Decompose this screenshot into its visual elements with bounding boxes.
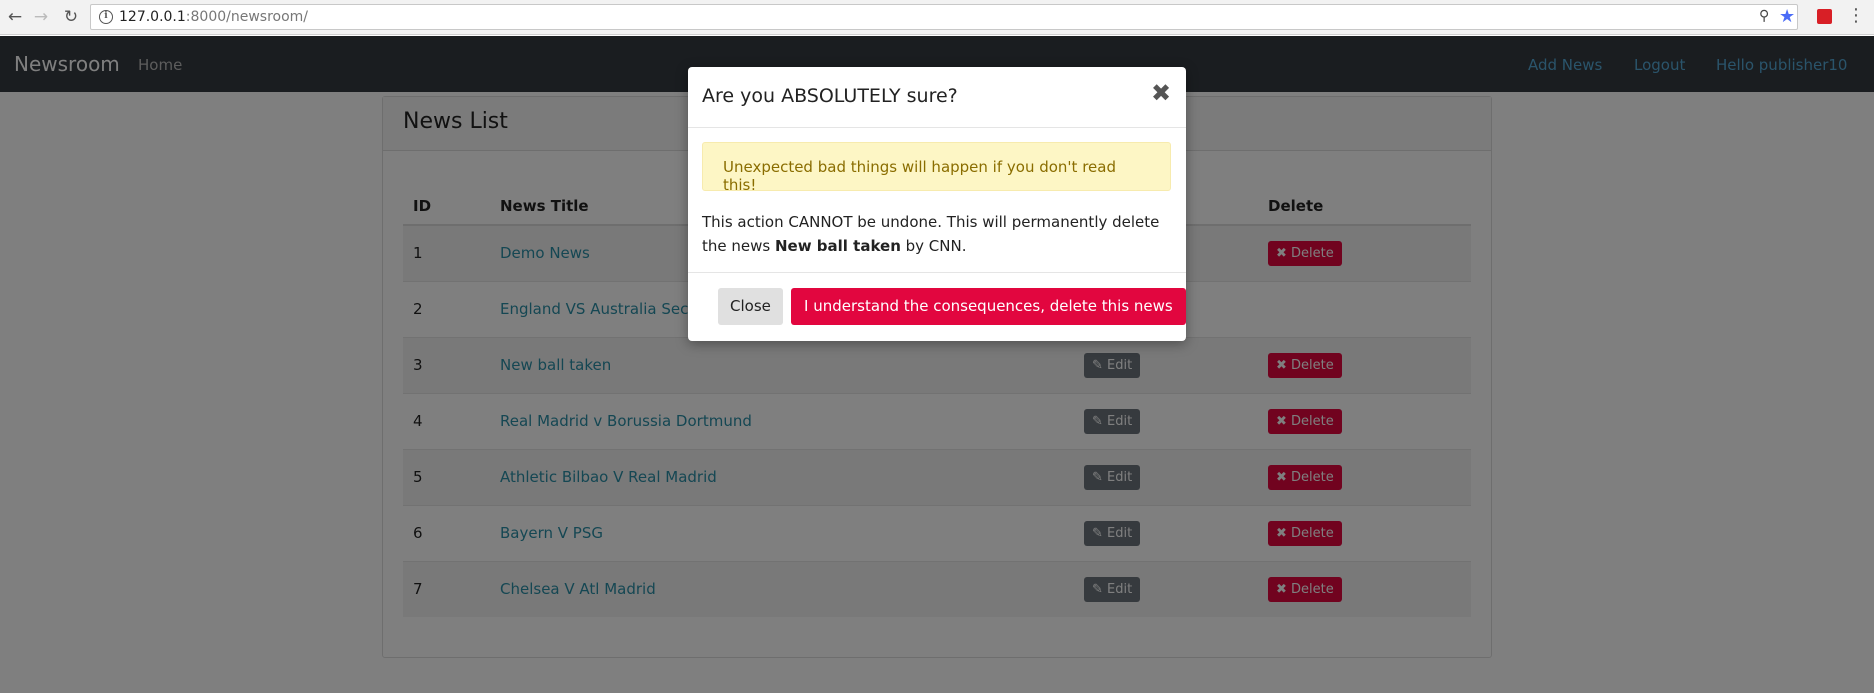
warning-alert: Unexpected bad things will happen if you… xyxy=(702,142,1171,194)
modal-header: Are you ABSOLUTELY sure? ✖ xyxy=(688,67,1186,128)
info-icon[interactable]: i xyxy=(99,10,113,24)
confirm-delete-button[interactable]: I understand the consequences, delete th… xyxy=(791,288,1186,325)
close-x-icon[interactable]: ✖ xyxy=(1151,79,1171,107)
key-icon[interactable]: ⚲ xyxy=(1759,8,1769,24)
extension-icon[interactable] xyxy=(1817,9,1832,24)
forward-arrow-icon[interactable]: → xyxy=(30,6,52,28)
url-host: 127.0.0.1 xyxy=(119,9,186,25)
url-text: 127.0.0.1:8000/newsroom/ xyxy=(119,9,308,25)
confirm-delete-modal: Are you ABSOLUTELY sure? ✖ Unexpected ba… xyxy=(688,67,1186,341)
body-text-after: by CNN. xyxy=(900,237,967,255)
close-button[interactable]: Close xyxy=(718,288,783,325)
menu-dots-icon[interactable]: ⋮ xyxy=(1847,5,1865,27)
star-icon[interactable]: ★ xyxy=(1779,6,1795,27)
url-path: :8000/newsroom/ xyxy=(185,9,309,25)
address-bar[interactable]: i 127.0.0.1:8000/newsroom/ ⚲ ★ xyxy=(90,4,1798,30)
modal-title: Are you ABSOLUTELY sure? xyxy=(702,85,958,107)
back-arrow-icon[interactable]: ← xyxy=(4,6,26,28)
news-title-strong: New ball taken xyxy=(774,237,901,255)
modal-footer: Close I understand the consequences, del… xyxy=(688,272,1186,341)
modal-body-text: This action CANNOT be undone. This will … xyxy=(702,210,1176,258)
reload-icon[interactable]: ↻ xyxy=(60,6,82,28)
browser-toolbar: ← → ↻ i 127.0.0.1:8000/newsroom/ ⚲ ★ ⋮ xyxy=(0,0,1874,35)
